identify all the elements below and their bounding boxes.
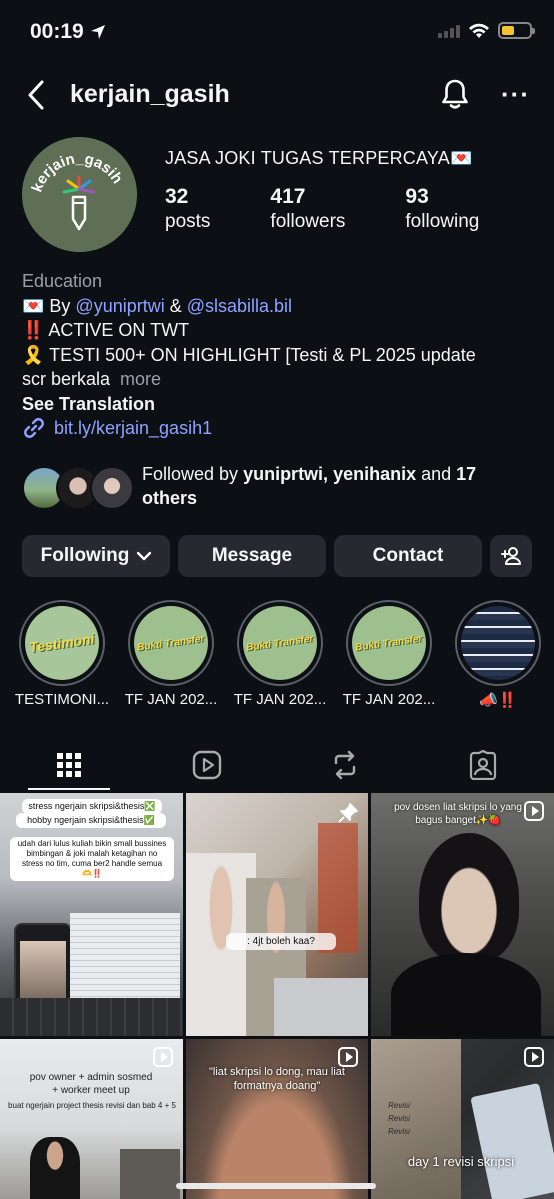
profile-display-name: JASA JOKI TUGAS TERPERCAYA💌 [165,148,473,168]
highlight-tf-jan-2[interactable]: Bukti Transfer TF JAN 202... [228,600,332,708]
more-options-icon[interactable]: ··· [501,79,530,110]
chevron-down-icon [137,551,152,561]
posts-label: posts [165,211,211,232]
pinned-icon [338,803,358,823]
story-highlights: Testimoni TESTIMONI... Bukti Transfer TF… [0,600,554,720]
followers-label: followers [270,211,346,232]
post-overlay-text: Revisi Revisi Revisi [388,1101,410,1136]
link-icon [24,418,44,439]
wifi-icon [469,23,489,38]
bio-line: 🎗️ TESTI 500+ ON HIGHLIGHT [Testi & PL 2… [22,344,476,365]
post-caption: hobby ngerjain skripsi&thesis✅ [16,813,166,828]
highlight-tf-jan-3[interactable]: Bukti Transfer TF JAN 202... [337,600,441,708]
post-thumbnail[interactable]: stress ngerjain skripsi&thesis❎ hobby ng… [0,793,183,1036]
bio-line: ‼️ ACTIVE ON TWT [22,320,190,340]
bio-more-button[interactable]: more [120,369,161,389]
post-overlay-text: buat ngerjain project thesis revisi dan … [8,1101,176,1110]
followed-by-row[interactable]: Followed by yuniprtwi, yenihanix and 17 … [22,462,542,512]
post-overlay-text: pov dosen liat skripsi lo yang bagus ban… [394,802,522,826]
highlight-testimoni[interactable]: Testimoni TESTIMONI... [10,600,114,708]
profile-bio: Education 💌 By @yuniprtwi & @slsabilla.b… [22,269,542,441]
post-overlay-text: "liat skripsi lo dong, mau liat formatny… [209,1066,345,1092]
profile-stats: 32 posts 417 followers 93 following [165,185,539,233]
post-caption: stress ngerjain skripsi&thesis❎ [22,799,162,814]
followers-stat[interactable]: 417 followers [270,185,345,233]
reel-icon [524,1047,544,1067]
following-button[interactable]: Following [22,535,170,577]
posts-grid: stress ngerjain skripsi&thesis❎ hobby ng… [0,793,554,1199]
tab-posts[interactable] [0,740,138,790]
bio-line-authors: 💌 By @yuniprtwi & @slsabilla.bil [22,295,293,316]
mention-link[interactable]: @slsabilla.bil [187,296,292,316]
followers-count: 417 [270,185,306,208]
post-caption: udah dari lulus kuliah bikin small bussi… [10,837,174,881]
reel-icon [153,1047,173,1067]
battery-icon [498,22,535,39]
contact-button[interactable]: Contact [334,535,482,577]
posts-count: 32 [165,185,189,208]
profile-category: Education [22,271,103,291]
post-overlay-text: : 4jt boleh kaa? [226,933,336,950]
reel-icon [524,801,544,821]
add-person-icon [501,547,521,565]
post-thumbnail[interactable]: : 4jt boleh kaa? [186,793,368,1036]
posts-stat[interactable]: 32 posts [165,185,210,233]
home-indicator[interactable] [176,1183,376,1189]
post-thumbnail[interactable]: pov owner + admin sosmed + worker meet u… [0,1039,183,1199]
grid-icon [57,753,81,777]
message-button[interactable]: Message [178,535,326,577]
highlight-label: TF JAN 202... [233,691,327,708]
tab-tagged[interactable] [414,740,552,790]
see-translation-button[interactable]: See Translation [22,392,542,417]
profile-actions: Following Message Contact [22,535,534,577]
avatar [90,466,134,510]
highlight-tf-jan-1[interactable]: Bukti Transfer TF JAN 202... [119,600,223,708]
profile-content-tabs [0,740,554,790]
reposts-icon [334,750,356,780]
reel-icon [338,1047,358,1067]
post-overlay-text: day 1 revisi skripsi [407,1154,515,1169]
reels-icon [192,750,222,780]
profile-header: kerjain_gasih ··· [0,72,554,118]
profile-avatar[interactable]: kerjain_gasih [22,137,137,252]
highlight-cover-text: Bukti Transfer [245,632,315,654]
highlight-cover-text: Testimoni [28,630,96,656]
highlight-label: TESTIMONI... [14,691,110,708]
highlight-label: TF JAN 202... [342,691,436,708]
highlight-cover-text: Bukti Transfer [136,632,206,654]
post-overlay-text: pov owner + admin sosmed + worker meet u… [29,1072,153,1096]
tagged-icon [469,750,497,780]
highlight-label: 📣‼️ [479,692,517,709]
post-thumbnail[interactable]: pov dosen liat skripsi lo yang bagus ban… [371,793,554,1036]
status-bar: 00:19 [0,0,554,66]
back-chevron-icon[interactable] [22,78,50,112]
notification-bell-icon[interactable] [440,77,470,111]
post-thumbnail[interactable]: "liat skripsi lo dong, mau liat formatny… [186,1039,368,1199]
mention-link[interactable]: @yuniprtwi [75,296,164,316]
tab-reposts[interactable] [276,740,414,790]
location-arrow-icon [90,25,105,39]
status-icons [438,22,535,39]
bio-line-last: scr berkala more [22,369,162,389]
post-thumbnail[interactable]: Revisi Revisi Revisi day 1 revisi skrips… [371,1039,554,1199]
suggested-users-button[interactable] [490,535,532,577]
following-count: 93 [405,185,429,208]
profile-username: kerjain_gasih [70,80,230,108]
status-time: 00:19 [30,20,106,44]
mutual-avatars [22,466,134,510]
highlight-announcement[interactable]: 📣‼️ [446,600,550,709]
highlight-label: TF JAN 202... [124,691,218,708]
bio-link[interactable]: bit.ly/kerjain_gasih1 [22,416,542,441]
following-stat[interactable]: 93 following [405,185,479,233]
highlight-cover-text: Bukti Transfer [354,632,424,654]
bio-link-text: bit.ly/kerjain_gasih1 [54,418,213,438]
cellular-signal-icon [438,24,460,38]
following-label: following [405,211,480,232]
followed-by-text: Followed by yuniprtwi, yenihanix and 17 … [142,464,477,508]
tab-reels[interactable] [138,740,276,790]
